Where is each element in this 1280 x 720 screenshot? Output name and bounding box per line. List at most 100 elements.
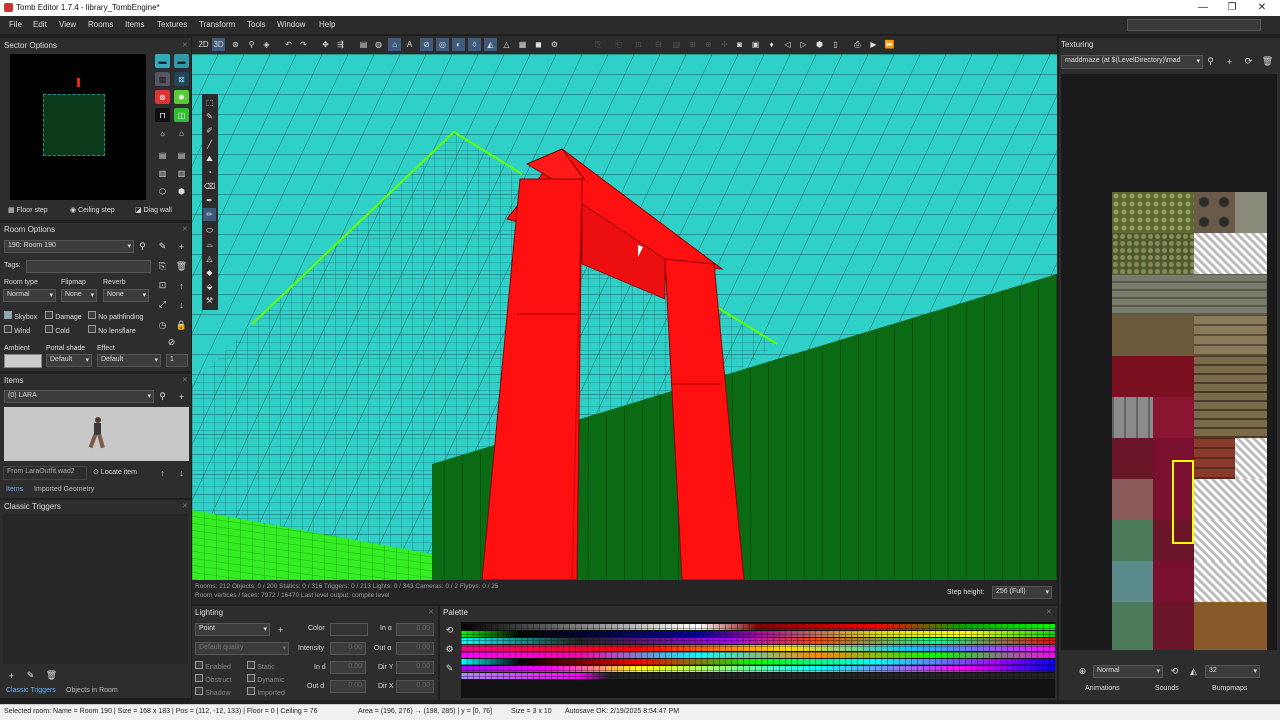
camera-icon[interactable]: ◈: [260, 38, 273, 51]
damage-check[interactable]: [45, 311, 53, 319]
dir-y-input[interactable]: 0.00: [396, 661, 434, 674]
floor-step-button[interactable]: ▦ Floor step: [8, 206, 48, 214]
volume-icon[interactable]: ▷: [797, 38, 810, 51]
search-icon[interactable]: ⚲: [136, 240, 149, 253]
in-alpha-input[interactable]: 0.00: [396, 623, 434, 636]
bookmark-icon[interactable]: ⊟: [652, 38, 665, 51]
menu-textures[interactable]: Textures: [157, 20, 187, 29]
in-d-input[interactable]: 0.00: [330, 661, 366, 674]
door-icon[interactable]: ▯: [829, 38, 842, 51]
add-light-icon[interactable]: +: [274, 623, 287, 636]
reverb-select[interactable]: None ▾: [103, 289, 149, 302]
cube-icon[interactable]: ◼: [532, 38, 545, 51]
dynamic-checkbox[interactable]: Dynamic: [247, 674, 284, 684]
fill-tool-icon[interactable]: ◔: [203, 166, 216, 179]
undo-icon[interactable]: ↶: [282, 38, 295, 51]
static-checkbox[interactable]: Static: [247, 661, 275, 671]
close-button[interactable]: ✕: [1251, 1, 1273, 15]
locate-item-button[interactable]: ⊙ Locate item: [93, 468, 137, 476]
line-tool-icon[interactable]: ╱: [203, 138, 216, 151]
light-type-select[interactable]: Point ▾: [195, 623, 270, 636]
no-lensflare-checkbox[interactable]: No lensflare: [88, 325, 136, 335]
add-texture-circle-icon[interactable]: ⊕: [1076, 665, 1089, 678]
box-flag-icon[interactable]: ◫: [174, 108, 189, 122]
terrain-tool-icon[interactable]: ⛰: [203, 152, 216, 165]
dynamic-check[interactable]: [247, 674, 255, 682]
reset-palette-icon[interactable]: ⟲: [443, 624, 456, 637]
no-collision-icon[interactable]: ⊘: [420, 38, 433, 51]
move-down-icon[interactable]: ↓: [175, 298, 188, 311]
visibility-icon[interactable]: ⊘: [165, 336, 178, 349]
texture-map-view[interactable]: [1061, 74, 1277, 650]
ambient-color-swatch[interactable]: [4, 354, 42, 368]
pencil-tool-icon[interactable]: ✐: [203, 124, 216, 137]
view-2d-button[interactable]: 2D: [197, 38, 210, 51]
select-tool-icon[interactable]: ⬚: [203, 96, 216, 109]
diagonal-ceiling-icon[interactable]: ▥: [174, 166, 189, 180]
tab-items[interactable]: Items: [6, 486, 23, 493]
trigger-list[interactable]: [3, 514, 188, 664]
pick-tool-icon[interactable]: ⚒: [203, 294, 216, 307]
damage-checkbox[interactable]: Damage: [45, 311, 82, 321]
tab-imported-geometry[interactable]: Imported Geometry: [34, 486, 94, 493]
close-panel-icon[interactable]: ✕: [182, 41, 188, 49]
room-select[interactable]: 190: Room 190 ▾: [4, 240, 134, 253]
restore-button[interactable]: ❐: [1221, 1, 1243, 15]
drop-icon[interactable]: ◊: [468, 38, 481, 51]
diag-wall-button[interactable]: ◪ Diag wall: [135, 206, 172, 214]
light-color-swatch[interactable]: [330, 623, 368, 636]
lock-room-icon[interactable]: 🔒: [175, 319, 188, 332]
shadow-checkbox[interactable]: Shadow: [195, 687, 231, 697]
move-item-up-icon[interactable]: ↑: [156, 466, 169, 479]
minimize-button[interactable]: —: [1192, 1, 1214, 15]
climb-icon[interactable]: ▩: [155, 72, 170, 86]
search-icon[interactable]: ⚲: [1204, 55, 1217, 68]
play-icon[interactable]: ▶: [867, 38, 880, 51]
menu-edit[interactable]: Edit: [33, 20, 47, 29]
wind-check[interactable]: [4, 325, 12, 333]
copy-room-icon[interactable]: ⎘: [156, 260, 169, 273]
imported-check[interactable]: [247, 687, 255, 695]
no-pathfinding-check[interactable]: [88, 311, 96, 319]
shade-icon[interactable]: ◐: [452, 38, 465, 51]
search-sector-icon[interactable]: ⊕: [702, 38, 715, 51]
mark-icon[interactable]: ✣: [718, 38, 731, 51]
menu-help[interactable]: Help: [319, 20, 335, 29]
triangle-icon[interactable]: △: [500, 38, 513, 51]
drag-tool-icon[interactable]: ✒: [203, 194, 216, 207]
close-panel-icon[interactable]: ✕: [182, 502, 188, 510]
sounds-button[interactable]: Sounds: [1155, 685, 1179, 692]
video-icon[interactable]: ▣: [749, 38, 762, 51]
static-check[interactable]: [247, 661, 255, 669]
add-trigger-icon[interactable]: +: [5, 669, 18, 682]
merge-icon[interactable]: ⊞: [686, 38, 699, 51]
shovel-tool-icon[interactable]: ✏: [203, 208, 216, 221]
brush-tool-icon[interactable]: ✎: [203, 110, 216, 123]
skybox-check[interactable]: [4, 311, 12, 319]
beetle-icon[interactable]: ☼: [155, 126, 170, 140]
palette-grid[interactable]: [461, 622, 1055, 698]
split-icon[interactable]: ▥: [670, 38, 683, 51]
obstruct-checkbox[interactable]: Obstruct: [195, 674, 232, 684]
sector-icon[interactable]: ◍: [372, 38, 385, 51]
menu-rooms[interactable]: Rooms: [88, 20, 113, 29]
grid-tool-icon[interactable]: ⬙: [203, 280, 216, 293]
delete-texture-icon[interactable]: 🗑: [1261, 55, 1274, 68]
paste-icon[interactable]: ⎗: [612, 38, 625, 51]
search-icon[interactable]: ⚲: [156, 390, 169, 403]
ramp-tool-icon[interactable]: ◬: [203, 252, 216, 265]
blend-mode-select[interactable]: Normal ▾: [1093, 665, 1163, 678]
light-quality-select[interactable]: Default quality ▾: [195, 642, 289, 655]
wireframe-icon[interactable]: ⊛: [229, 38, 242, 51]
death-icon[interactable]: ⊗: [155, 90, 170, 104]
lightbulb-icon[interactable]: ♦: [765, 38, 778, 51]
redo-icon[interactable]: ↷: [297, 38, 310, 51]
grid-icon[interactable]: ▦: [516, 38, 529, 51]
eyedropper-icon[interactable]: ✎: [443, 662, 456, 675]
eraser-tool-icon[interactable]: ⌫: [203, 180, 216, 193]
bumpmaps-button[interactable]: Bumpmaps: [1212, 685, 1247, 692]
hill-tool-icon[interactable]: ◆: [203, 266, 216, 279]
effect-strength-input[interactable]: 1: [166, 354, 188, 367]
add-room-icon[interactable]: +: [175, 240, 188, 253]
palette-settings-icon[interactable]: ⚙: [443, 643, 456, 656]
